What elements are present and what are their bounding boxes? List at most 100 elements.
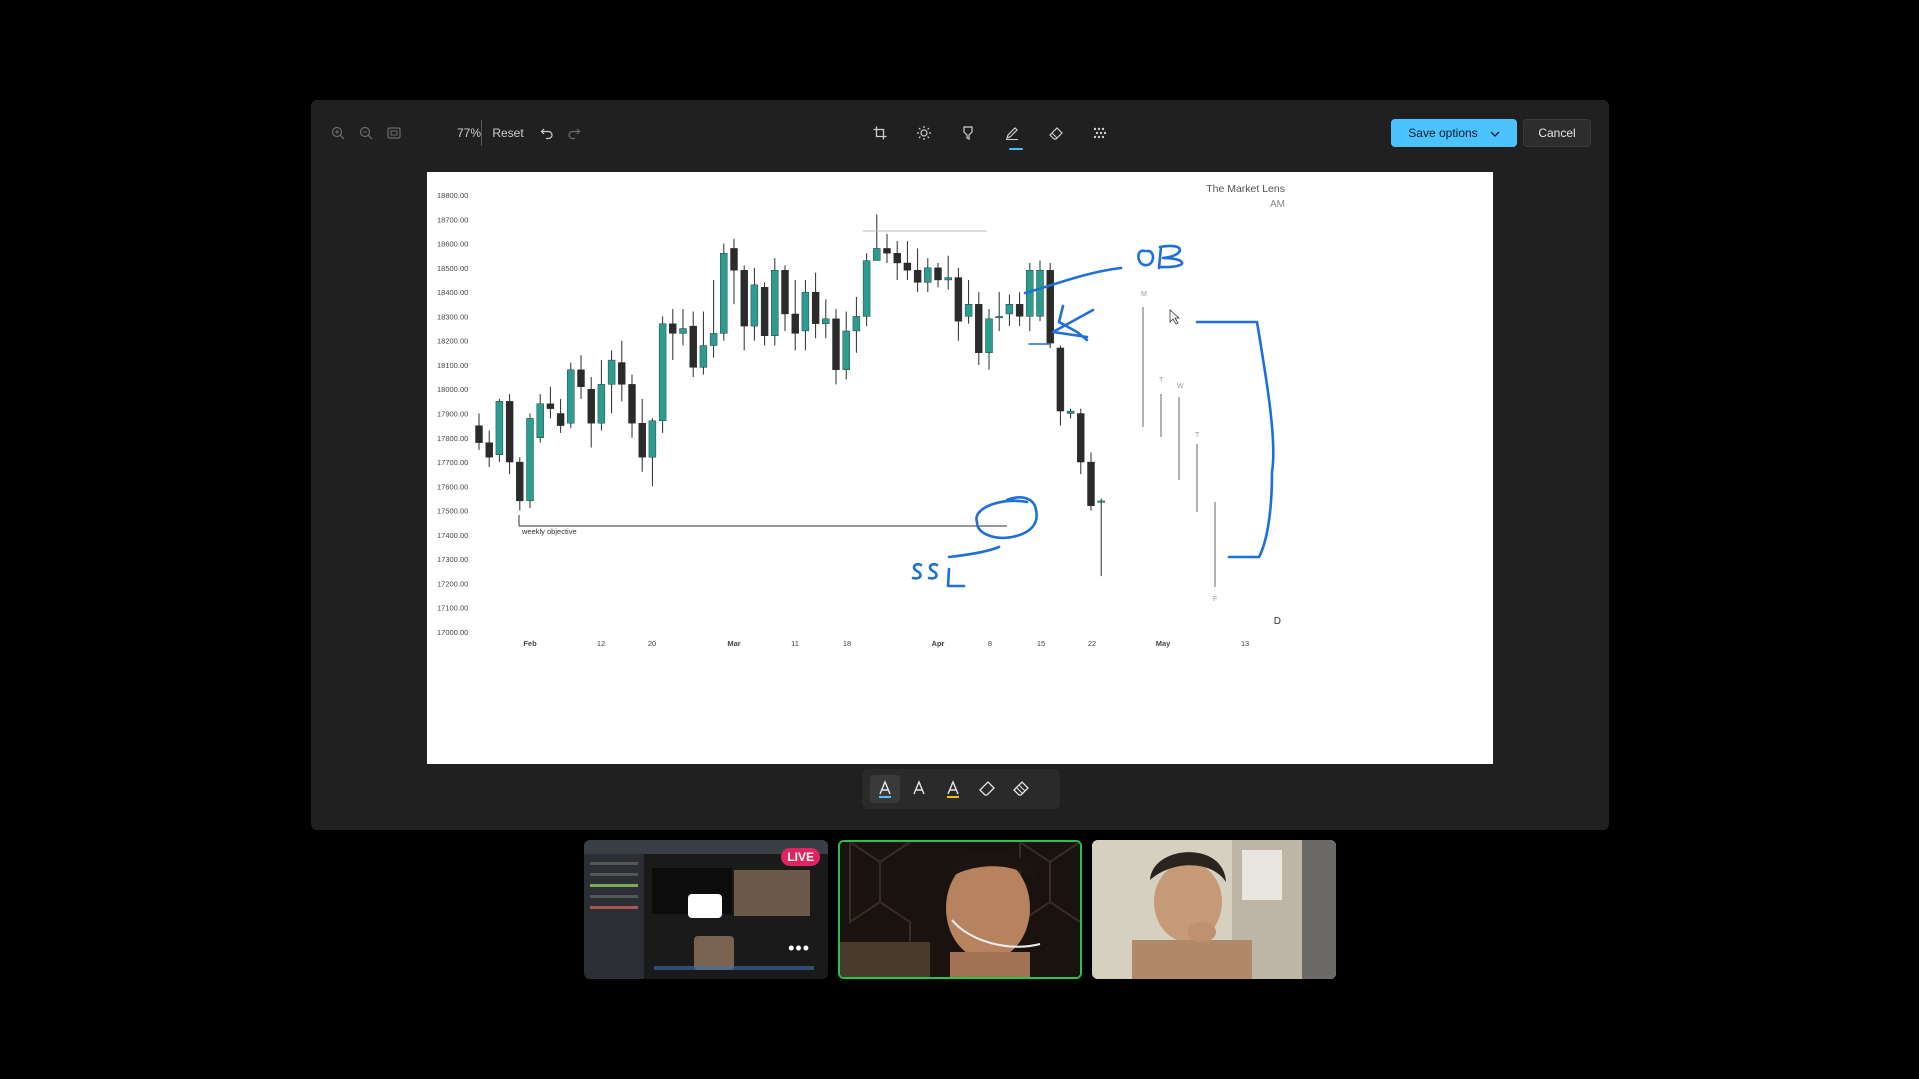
bullish-candle bbox=[771, 270, 779, 337]
x-tick-label: 22 bbox=[1088, 639, 1096, 648]
bullish-candle bbox=[822, 318, 830, 324]
x-tick-label: 12 bbox=[597, 639, 605, 648]
bearish-candle bbox=[883, 248, 891, 254]
x-tick-label: 13 bbox=[1241, 639, 1249, 648]
hand-drawn-annotations bbox=[911, 244, 1275, 588]
draw-icon[interactable] bbox=[998, 119, 1026, 147]
markup-icon[interactable] bbox=[954, 119, 982, 147]
bullish-candle bbox=[720, 253, 728, 334]
redo-icon[interactable] bbox=[560, 119, 588, 147]
session-letter-m: M bbox=[1141, 291, 1147, 298]
cancel-button[interactable]: Cancel bbox=[1523, 119, 1591, 147]
brightness-icon[interactable] bbox=[910, 119, 938, 147]
live-badge: LIVE bbox=[781, 848, 820, 866]
y-tick-label: 17600.00 bbox=[437, 482, 468, 491]
bullish-candle bbox=[1066, 410, 1075, 414]
zoom-in-icon[interactable] bbox=[324, 119, 352, 147]
session-letter-t: T bbox=[1159, 377, 1164, 384]
bearish-candle bbox=[577, 369, 585, 387]
bullish-candle bbox=[567, 369, 575, 424]
x-tick-label: Mar bbox=[727, 639, 740, 648]
reset-button[interactable]: Reset bbox=[487, 119, 529, 147]
participant-video-tile[interactable] bbox=[1092, 840, 1336, 979]
bearish-candle bbox=[975, 304, 983, 354]
erase-background-icon[interactable] bbox=[1042, 119, 1070, 147]
bearish-candle bbox=[628, 384, 636, 424]
more-options-icon[interactable]: ••• bbox=[788, 938, 810, 959]
bullish-candle bbox=[964, 304, 973, 317]
bullish-candle bbox=[699, 345, 708, 368]
candlestick-chart: 18800.00 18700.00 18600.00 18500.00 18400.00… bbox=[437, 183, 1285, 648]
bearish-candle bbox=[730, 248, 738, 271]
bearish-candle bbox=[740, 270, 748, 327]
bearish-candle bbox=[811, 291, 820, 324]
y-tick-label: 18600.00 bbox=[437, 240, 468, 249]
save-options-label: Save options bbox=[1408, 126, 1478, 140]
bullish-candle bbox=[648, 420, 657, 458]
bearish-candle bbox=[791, 313, 799, 334]
editor-toolbar: 77% Reset Save options Cancel bbox=[311, 100, 1609, 166]
crop-icon[interactable] bbox=[866, 119, 894, 147]
bearish-candle bbox=[669, 323, 677, 334]
photo-editor-window: 77% Reset Save options Cancel 18800.00 1… bbox=[311, 100, 1609, 830]
bearish-candle bbox=[516, 461, 524, 502]
bullish-candle bbox=[852, 316, 861, 332]
blur-icon[interactable] bbox=[1086, 119, 1114, 147]
bullish-candle bbox=[842, 330, 850, 370]
brand-label: The Market Lens bbox=[1206, 183, 1285, 195]
fit-to-window-icon[interactable] bbox=[380, 119, 408, 147]
y-tick-label: 18100.00 bbox=[437, 361, 468, 370]
highlighter-icon[interactable] bbox=[938, 775, 968, 803]
bearish-candle bbox=[485, 442, 493, 458]
y-tick-label: 17700.00 bbox=[437, 458, 468, 467]
x-tick-label: Feb bbox=[523, 639, 537, 648]
session-bars bbox=[1142, 307, 1216, 587]
bullish-candle bbox=[1005, 304, 1014, 315]
y-tick-label: 17300.00 bbox=[437, 555, 468, 564]
clear-ink-icon[interactable] bbox=[1006, 775, 1036, 803]
bearish-candle bbox=[832, 318, 840, 370]
thumb-video-tile bbox=[734, 870, 810, 916]
bearish-candle bbox=[505, 401, 514, 463]
bullish-candle bbox=[924, 267, 932, 283]
ssl-circle bbox=[975, 496, 1038, 540]
screen-share-thumbnail[interactable]: LIVE ••• bbox=[584, 840, 828, 979]
thumb-whiteboard bbox=[688, 894, 722, 918]
period-label: D bbox=[1274, 616, 1281, 627]
bearish-candle bbox=[556, 413, 565, 426]
y-tick-label: 17800.00 bbox=[437, 434, 468, 443]
bearish-candle bbox=[893, 253, 901, 264]
image-canvas[interactable]: 18800.00 18700.00 18600.00 18500.00 18400.00… bbox=[427, 172, 1493, 764]
mouse-cursor-icon bbox=[1169, 309, 1181, 325]
bullish-candle bbox=[801, 291, 810, 332]
ballpoint-pen-icon[interactable] bbox=[870, 775, 900, 803]
y-tick-label: 17200.00 bbox=[437, 579, 468, 588]
bearish-candle bbox=[760, 287, 769, 337]
bullish-candle bbox=[750, 284, 759, 327]
bullish-candle bbox=[944, 277, 952, 281]
bullish-candle bbox=[995, 316, 1003, 319]
y-tick-label: 18800.00 bbox=[437, 191, 468, 200]
zoom-out-icon[interactable] bbox=[352, 119, 380, 147]
ssl-underline bbox=[947, 545, 1001, 559]
y-tick-label: 17000.00 bbox=[437, 628, 468, 637]
brand-sub-label: AM bbox=[1270, 199, 1285, 210]
y-tick-label: 18500.00 bbox=[437, 264, 468, 273]
weekly-bracket bbox=[1195, 320, 1275, 559]
ob-handwriting bbox=[1137, 244, 1184, 270]
pencil-icon[interactable] bbox=[904, 775, 934, 803]
x-tick-label: Apr bbox=[932, 639, 945, 648]
bearish-candle bbox=[903, 262, 912, 271]
eraser-icon[interactable] bbox=[972, 775, 1002, 803]
y-tick-label: 17100.00 bbox=[437, 604, 468, 613]
bearish-candle bbox=[618, 362, 626, 385]
bearish-candle bbox=[1015, 304, 1024, 317]
bullish-candle bbox=[873, 248, 881, 261]
bearish-candle bbox=[934, 267, 942, 281]
x-tick-label: 18 bbox=[843, 639, 851, 648]
active-tool-indicator bbox=[1009, 148, 1023, 150]
undo-icon[interactable] bbox=[533, 119, 561, 147]
speaker-video-tile[interactable] bbox=[838, 840, 1082, 979]
save-options-button[interactable]: Save options bbox=[1391, 119, 1517, 147]
bullish-candle bbox=[495, 401, 504, 455]
